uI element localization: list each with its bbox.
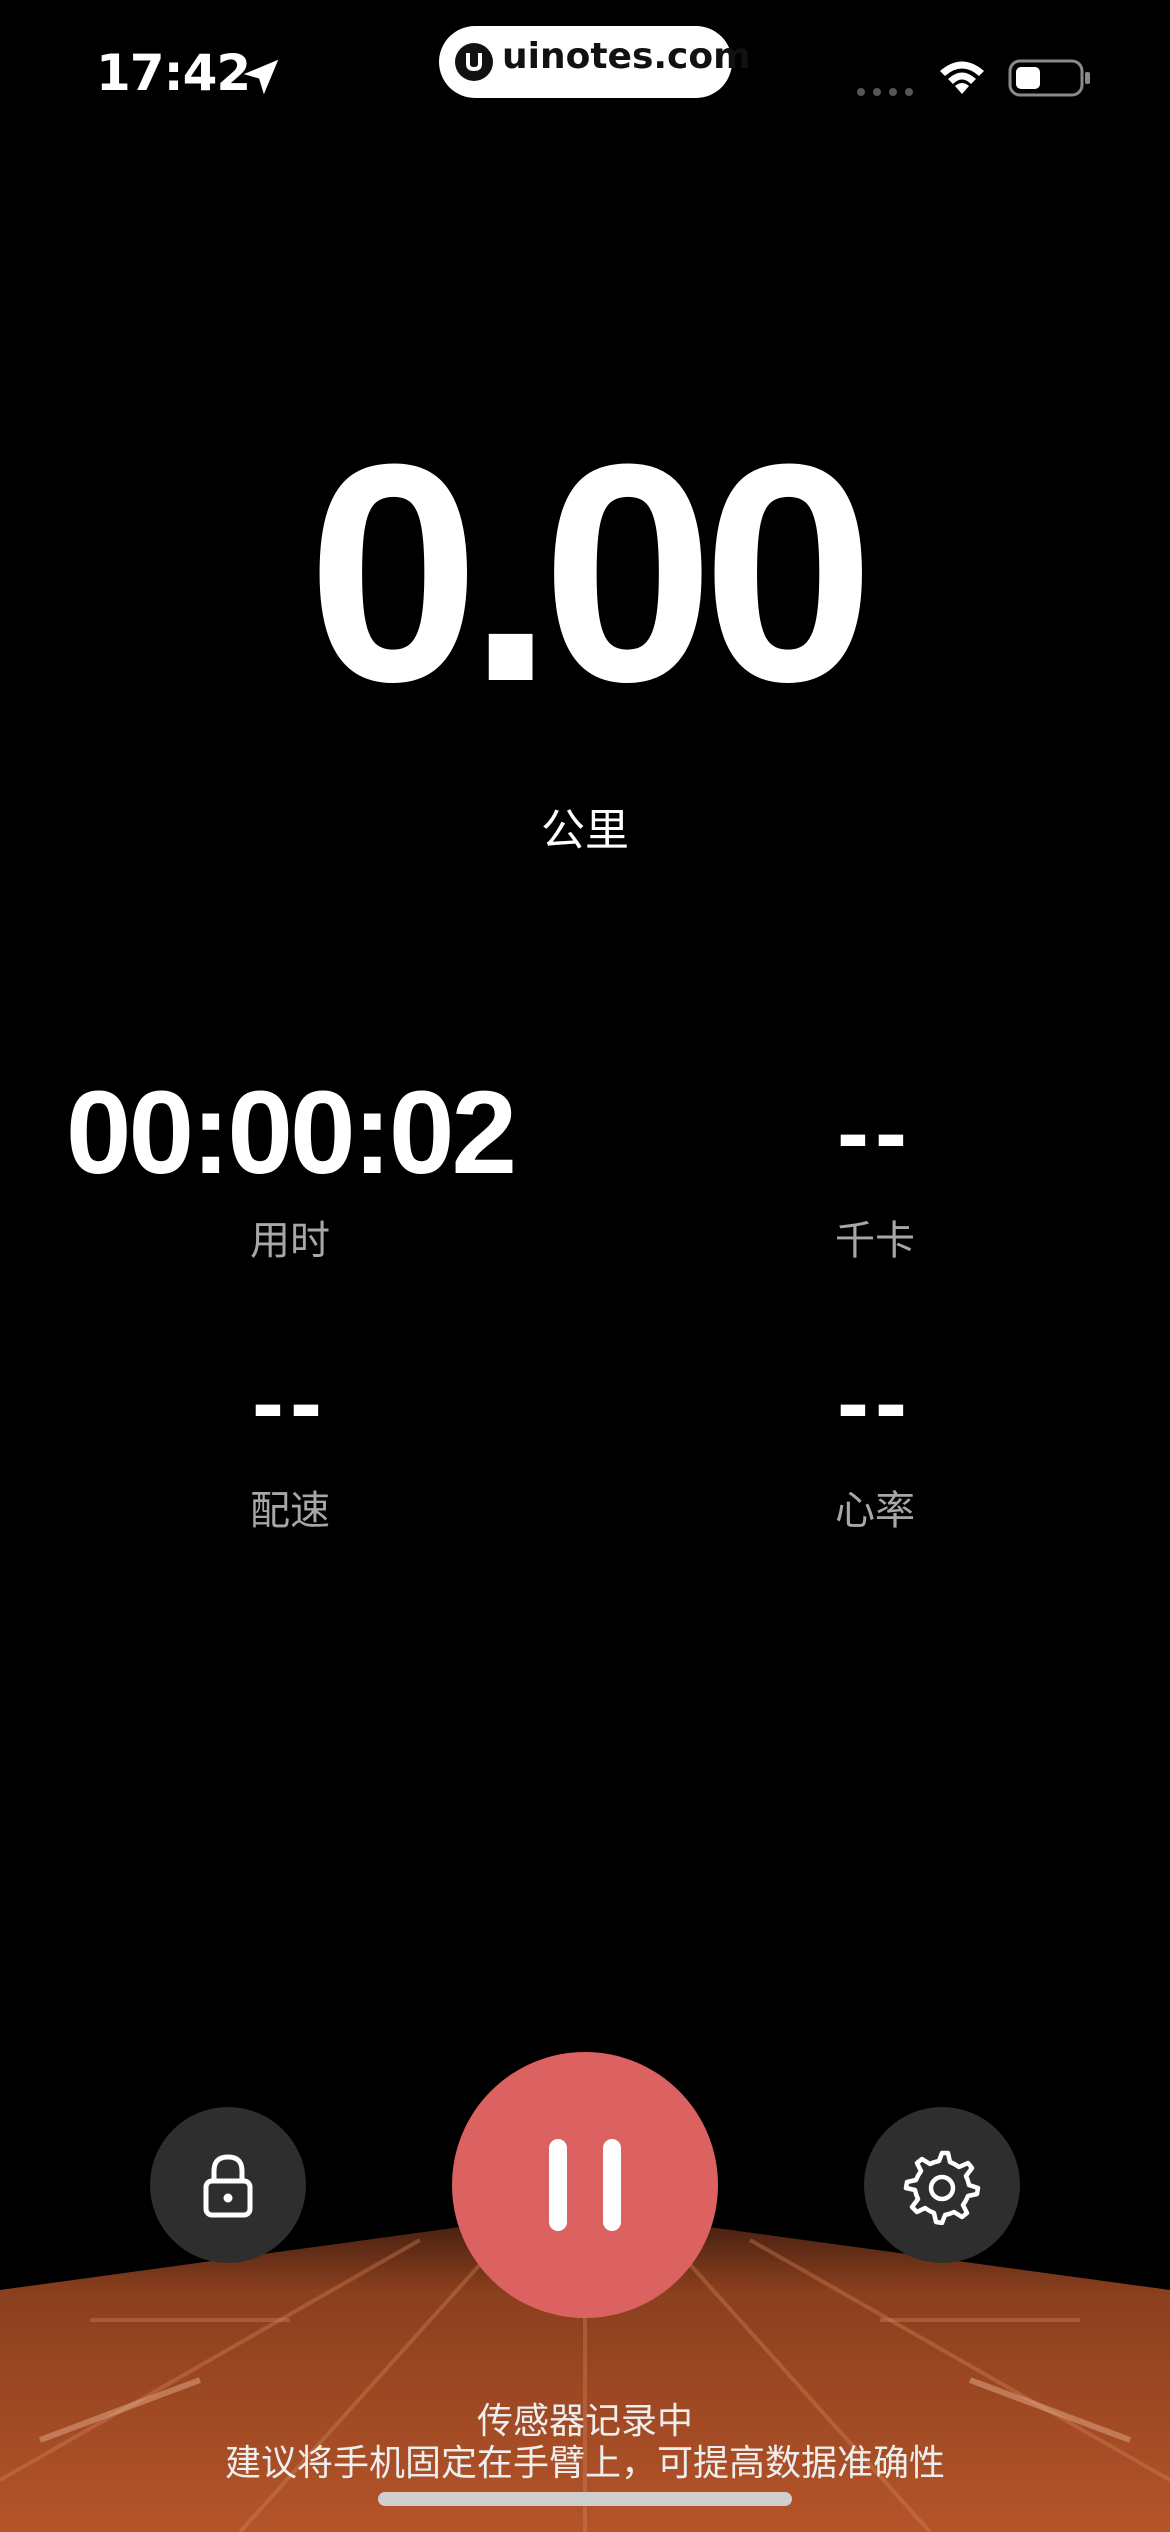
duration-label: 用时	[250, 1218, 330, 1264]
stat-calories: -- 千卡	[585, 1068, 1165, 1266]
cellular-signal-icon	[857, 88, 913, 96]
calories-label: 千卡	[835, 1218, 915, 1264]
pause-button[interactable]	[452, 2052, 718, 2318]
stat-duration: 00:00:02 用时	[0, 1068, 580, 1266]
stat-heart-rate: -- 心率	[585, 1338, 1165, 1536]
pace-label: 配速	[250, 1488, 330, 1534]
watermark-logo-icon	[455, 43, 493, 81]
lock-icon	[203, 2154, 253, 2218]
battery-icon	[1008, 59, 1090, 97]
stat-pace: -- 配速	[0, 1338, 580, 1536]
placement-tip-text: 建议将手机固定在手臂上，可提高数据准确性	[224, 2443, 945, 2484]
heart-rate-value: --	[837, 1349, 913, 1456]
watermark-text: uinotes.com	[502, 36, 751, 77]
status-time: 17:42	[96, 44, 251, 102]
wifi-icon	[940, 61, 984, 94]
gear-icon	[903, 2150, 981, 2225]
pace-value: --	[252, 1349, 328, 1456]
distance-value: 0.00	[307, 399, 874, 746]
duration-value: 00:00:02	[65, 1067, 517, 1199]
distance-unit: 公里	[541, 805, 629, 856]
pause-icon	[549, 2139, 621, 2231]
heart-rate-label: 心率	[835, 1488, 915, 1534]
calories-value: --	[837, 1079, 913, 1186]
home-indicator[interactable]	[378, 2492, 792, 2506]
location-arrow-icon	[243, 59, 279, 95]
running-workout-screen: 17:42 uinotes.com 0.00 公里 00:00:02 用时 --…	[0, 0, 1170, 2532]
settings-button[interactable]	[864, 2107, 1020, 2263]
lock-button[interactable]	[150, 2107, 306, 2263]
